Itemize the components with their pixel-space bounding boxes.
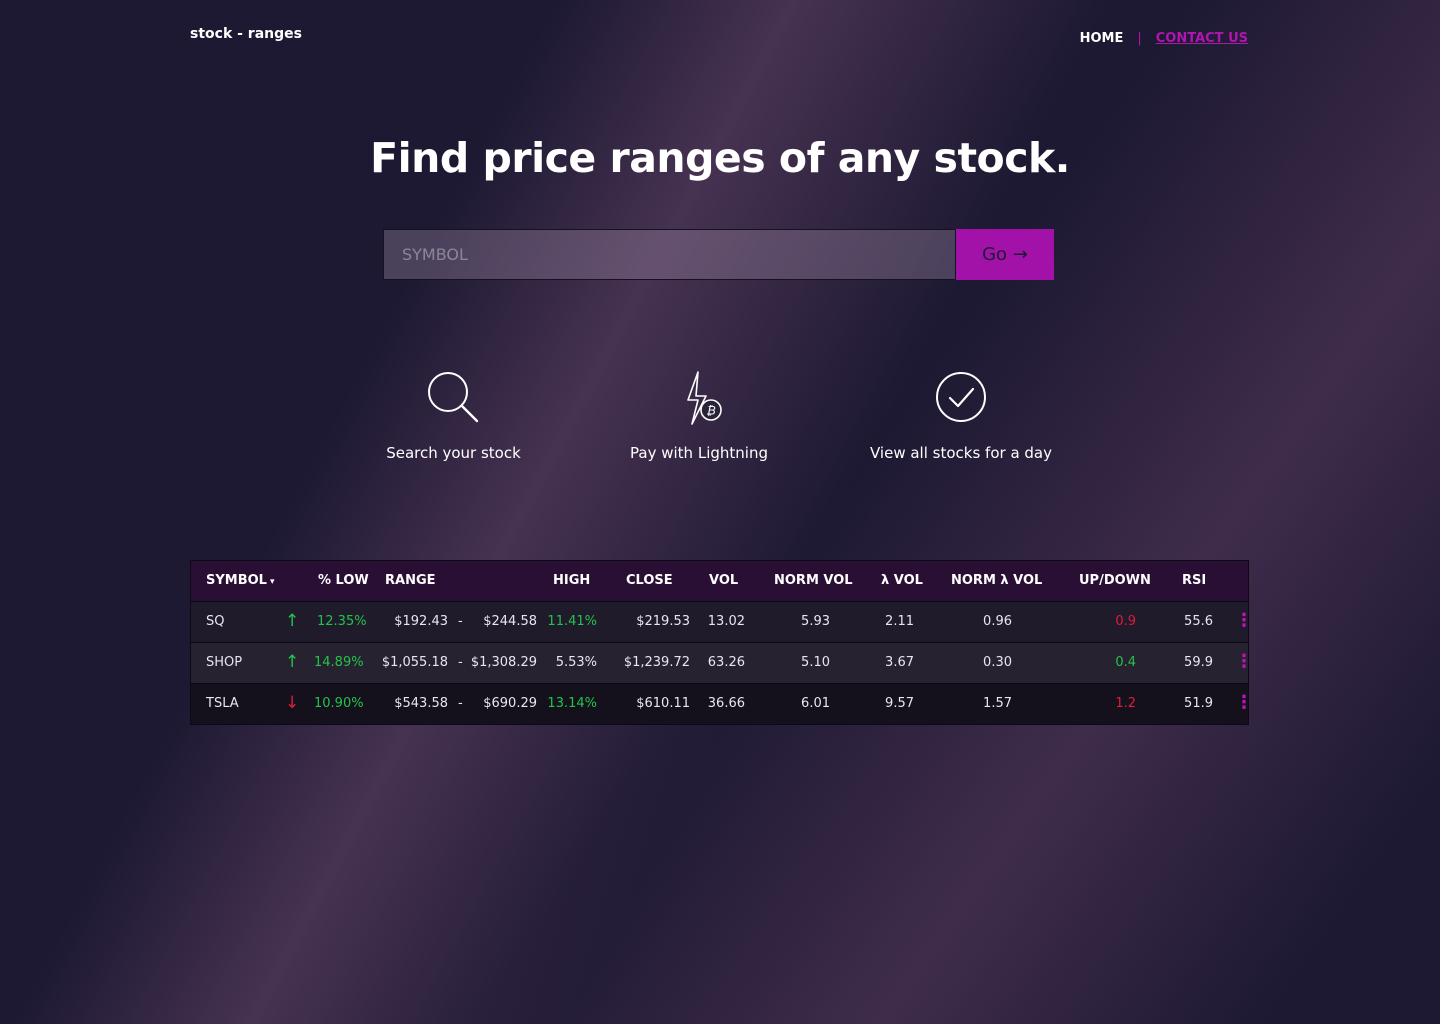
- cell-close: $1,239.72: [623, 655, 690, 670]
- cell-norm-vol: 5.93: [801, 614, 830, 629]
- col-pct-low[interactable]: % LOW: [318, 573, 369, 588]
- cell-rsi: 55.6: [1184, 614, 1213, 629]
- top-nav: HOME | CONTACT US: [1080, 31, 1248, 46]
- magnifier-icon: [427, 372, 478, 423]
- cell-lambda-vol: 9.57: [885, 696, 914, 711]
- cell-lambda-vol: 2.11: [885, 614, 914, 629]
- search-bar: Go →: [383, 229, 1055, 280]
- col-norm-lambda-vol[interactable]: NORM λ VOL: [951, 573, 1042, 588]
- symbol-search-input[interactable]: [383, 229, 956, 280]
- col-range[interactable]: RANGE: [385, 573, 436, 588]
- cell-pct-low: 12.35%: [317, 614, 367, 629]
- col-norm-vol[interactable]: NORM VOL: [774, 573, 853, 588]
- cell-pct-low: 14.89%: [314, 655, 364, 670]
- arrow-down-icon: ↓: [285, 693, 300, 713]
- cell-close: $610.11: [636, 696, 690, 711]
- nav-separator: |: [1137, 31, 1142, 46]
- cell-range-low: $1,055.18: [381, 655, 448, 670]
- col-vol[interactable]: VOL: [709, 573, 738, 588]
- col-symbol[interactable]: SYMBOL ▾: [206, 573, 275, 588]
- col-up-down[interactable]: UP/DOWN: [1079, 573, 1151, 588]
- col-symbol-label: SYMBOL: [206, 573, 267, 588]
- sort-caret-icon: ▾: [269, 577, 275, 587]
- cell-up-down: 0.9: [1115, 614, 1136, 629]
- brand-logo[interactable]: stock - ranges: [190, 26, 302, 42]
- stock-table: SYMBOL ▾ % LOW RANGE HIGH CLOSE VOL NORM …: [190, 560, 1253, 725]
- col-rsi[interactable]: RSI: [1182, 573, 1206, 588]
- feature-search-label: Search your stock: [386, 444, 521, 462]
- arrow-up-icon: ↑: [285, 611, 300, 631]
- col-close[interactable]: CLOSE: [626, 573, 673, 588]
- cell-close: $219.53: [636, 614, 690, 629]
- go-button[interactable]: Go →: [956, 229, 1054, 280]
- cell-high: 13.14%: [547, 696, 597, 711]
- cell-norm-vol: 5.10: [801, 655, 830, 670]
- feature-lightning: ₿ Pay with Lightning: [623, 368, 775, 462]
- cell-rsi: 59.9: [1184, 655, 1213, 670]
- row-menu-icon[interactable]: ⋮: [1235, 692, 1253, 713]
- row-menu-icon[interactable]: ⋮: [1235, 651, 1253, 672]
- page: stock - ranges HOME | CONTACT US Find pr…: [0, 0, 1440, 1024]
- cell-high: 11.41%: [547, 614, 597, 629]
- cell-norm-lambda-vol: 0.96: [983, 614, 1012, 629]
- feature-lightning-label: Pay with Lightning: [630, 444, 768, 462]
- hero-title: Find price ranges of any stock.: [370, 134, 1070, 182]
- cell-vol: 63.26: [707, 655, 745, 670]
- col-high[interactable]: HIGH: [553, 573, 590, 588]
- cell-norm-lambda-vol: 1.57: [983, 696, 1012, 711]
- feature-view-all-label: View all stocks for a day: [870, 444, 1052, 462]
- table-header: SYMBOL ▾ % LOW RANGE HIGH CLOSE VOL NORM …: [191, 561, 1248, 601]
- cell-range-high: $244.58: [483, 614, 537, 629]
- cell-range-high: $690.29: [483, 696, 537, 711]
- lightning-bitcoin-icon: ₿: [687, 371, 722, 425]
- table-row[interactable]: SHOP ↑ 14.89% $1,055.18 - $1,308.29 5.53…: [191, 642, 1253, 683]
- cell-vol: 13.02: [707, 614, 745, 629]
- cell-up-down: 0.4: [1115, 655, 1136, 670]
- cell-symbol: SQ: [206, 614, 225, 629]
- cell-rsi: 51.9: [1184, 696, 1213, 711]
- col-lambda-vol[interactable]: λ VOL: [881, 573, 923, 588]
- nav-home-link[interactable]: HOME: [1080, 31, 1124, 46]
- arrow-up-icon: ↑: [285, 652, 300, 672]
- cell-range-sep: -: [458, 614, 463, 629]
- svg-text:₿: ₿: [706, 404, 715, 418]
- row-menu-icon[interactable]: ⋮: [1235, 610, 1253, 631]
- cell-lambda-vol: 3.67: [885, 655, 914, 670]
- cell-norm-vol: 6.01: [801, 696, 830, 711]
- cell-range-sep: -: [458, 696, 463, 711]
- cell-range-low: $192.43: [394, 614, 448, 629]
- table-row[interactable]: TSLA ↓ 10.90% $543.58 - $690.29 13.14% $…: [191, 683, 1253, 724]
- cell-symbol: TSLA: [206, 696, 239, 711]
- nav-contact-link[interactable]: CONTACT US: [1156, 31, 1248, 46]
- cell-norm-lambda-vol: 0.30: [983, 655, 1012, 670]
- cell-up-down: 1.2: [1115, 696, 1136, 711]
- cell-symbol: SHOP: [206, 655, 243, 670]
- check-circle-icon: [936, 372, 986, 422]
- cell-range-high: $1,308.29: [470, 655, 537, 670]
- cell-range-low: $543.58: [394, 696, 448, 711]
- feature-view-all: View all stocks for a day: [867, 368, 1055, 462]
- cell-pct-low: 10.90%: [314, 696, 364, 711]
- cell-range-sep: -: [458, 655, 463, 670]
- table-row[interactable]: SQ ↑ 12.35% $192.43 - $244.58 11.41% $21…: [191, 601, 1253, 642]
- feature-search: Search your stock: [383, 368, 524, 462]
- cell-vol: 36.66: [707, 696, 745, 711]
- cell-high: 5.53%: [555, 655, 597, 670]
